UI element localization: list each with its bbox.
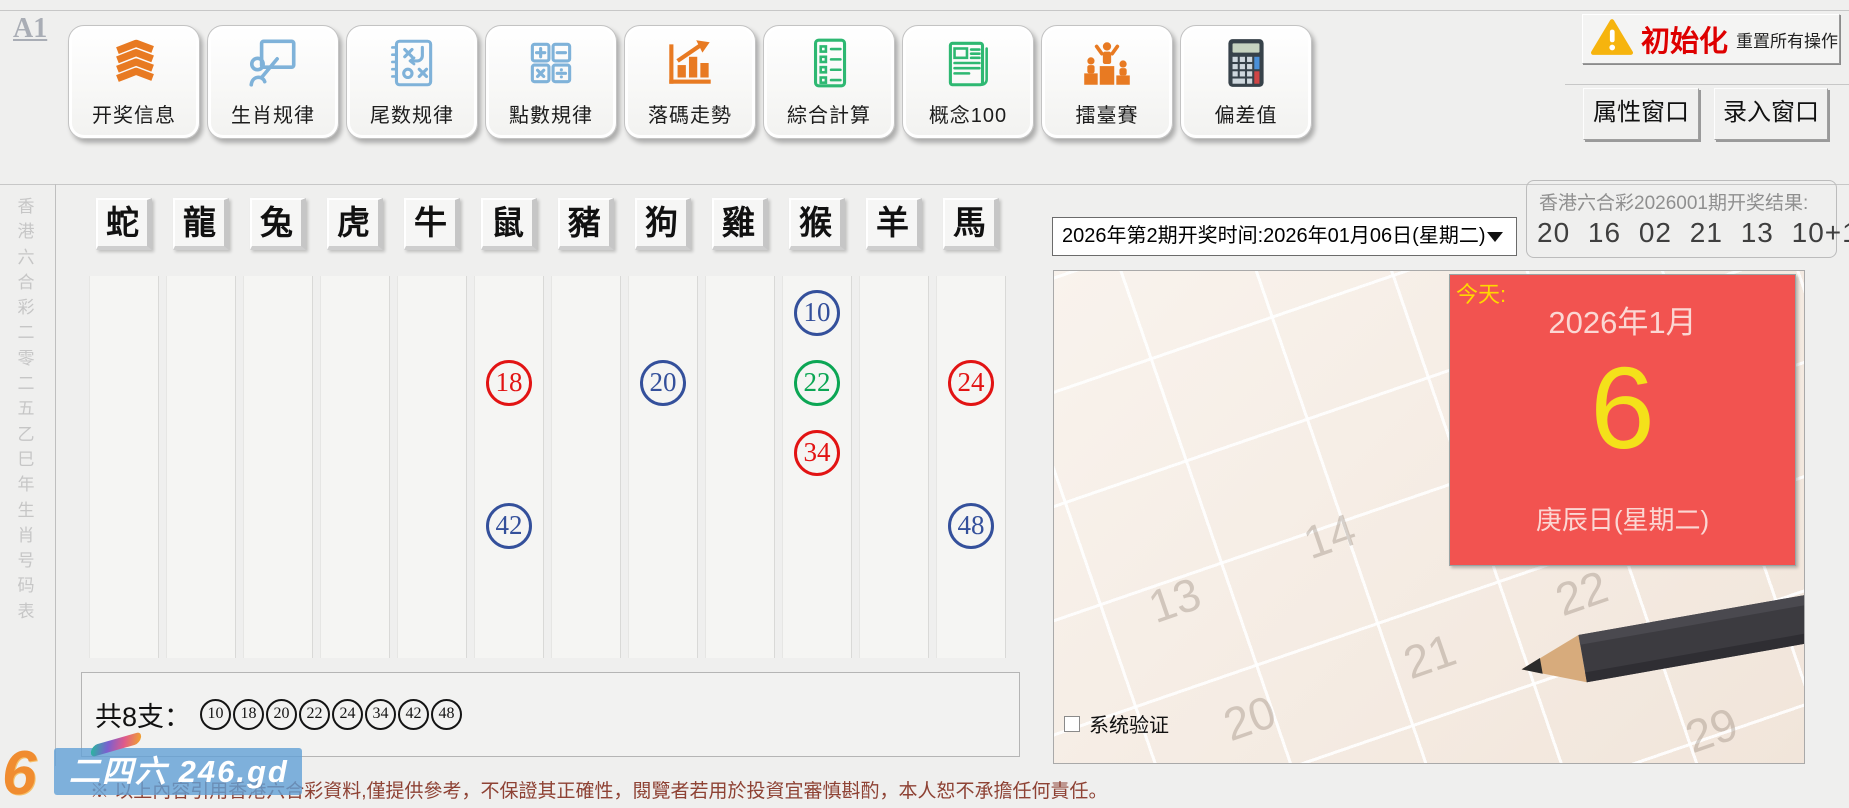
today-label: 今天: [1456,282,1507,307]
toolbar-button-points-rule[interactable]: 點數規律 [485,25,617,139]
math-icon [522,42,580,96]
zodiac-column-stripe [243,276,313,658]
toolbar-button-concept100[interactable]: 概念100 [902,25,1034,139]
button-group-divider [1565,84,1849,85]
zodiac-column-stripe [859,276,929,658]
chart-icon [661,40,719,96]
calculator-icon [1217,39,1275,96]
watermark-6-logo: 6 [2,739,37,808]
presentation-icon [244,39,302,96]
zodiac-tile-rabbit[interactable]: 兔 [250,198,306,250]
zodiac-column-stripe [936,276,1006,658]
app-window: A1 开奖信息 生肖规律 尾数规律 點數規律 落碼走勢 綜合計算 概念100 擂… [0,0,1849,808]
podium-icon [1078,42,1136,96]
summary-ball-10: 10 [200,699,232,730]
checkbox-label: 系统验证 [1089,715,1169,737]
zodiac-column-stripe [474,276,544,658]
number-ball-24: 24 [948,360,994,406]
period-dropdown-value: 2026年第2期开奖时间:2026年01月06日(星期二) [1062,225,1486,247]
toolbar-label: 擂臺賽 [1075,105,1139,127]
calendar-day: 6 [1590,343,1655,473]
properties-window-button[interactable]: 属性窗口 [1583,88,1699,140]
toolbar-label: 偏差值 [1214,105,1278,127]
entry-window-button[interactable]: 录入窗口 [1714,88,1828,140]
toolbar-button-arena[interactable]: 擂臺賽 [1041,25,1173,139]
zodiac-column-stripe [705,276,775,658]
zodiac-tile-rooster[interactable]: 雞 [712,198,768,250]
toolbar-label: 开奖信息 [92,105,176,127]
zodiac-tile-snake[interactable]: 蛇 [96,198,152,250]
system-verify-checkbox[interactable]: 系统验证 [1064,709,1169,738]
vertical-page-title: 香港六合彩二零二五乙巳年生肖号码表 [17,197,35,621]
summary-ball-24: 24 [332,699,364,730]
number-ball-42: 42 [486,503,532,549]
toolbar-button-trend[interactable]: 落碼走勢 [624,25,756,139]
toolbar-button-tail-rule[interactable]: 尾数规律 [346,25,478,139]
toolbar-button-deviation[interactable]: 偏差值 [1180,25,1312,139]
zodiac-tile-dog[interactable]: 狗 [635,198,691,250]
toolbar-button-zodiac-rule[interactable]: 生肖规律 [207,25,339,139]
number-ball-22: 22 [794,360,840,406]
toolbar-label: 綜合計算 [787,105,871,127]
zodiac-tile-ox[interactable]: 牛 [404,198,460,250]
toolbar-label: 點數規律 [509,105,593,127]
zodiac-tile-horse[interactable]: 馬 [943,198,999,250]
chevron-down-icon [1487,232,1503,242]
calendar-photo-panel: 14 13 21 22 20 29 今天: 2026年1月 6 庚辰日(星期二) 系统验证 [1053,270,1805,764]
toolbar-label: 尾数规律 [370,105,454,127]
number-ball-18: 18 [486,360,532,406]
reset-all-label: 重置所有操作 [1736,31,1839,51]
summary-ball-48: 48 [431,699,463,730]
toolbar-label: 生肖规律 [231,105,315,127]
zodiac-tile-tiger[interactable]: 虎 [327,198,383,250]
checklist-icon [800,38,858,96]
watermark-banner: 二四六 246.gd [54,731,302,795]
number-ball-34: 34 [794,430,840,476]
top-divider [0,10,1849,11]
summary-balls: 10 18 20 22 24 34 42 48 [200,699,464,730]
today-calendar-card: 今天: 2026年1月 6 庚辰日(星期二) [1449,274,1796,566]
period-dropdown[interactable]: 2026年第2期开奖时间:2026年01月06日(星期二) [1052,217,1517,256]
strategy-icon [383,39,441,96]
initialize-button[interactable]: 初始化 重置所有操作 [1582,14,1840,64]
toolbar-button-calc[interactable]: 綜合計算 [763,25,895,139]
books-icon [105,39,163,96]
draw-result-panel: 香港六合彩2026001期开奖结果: 20 16 02 21 13 10+14 [1526,180,1849,258]
zodiac-tile-dragon[interactable]: 龍 [173,198,229,250]
summary-box: 共8支： 10 18 20 22 24 34 42 48 [81,672,1020,757]
zodiac-column-stripe [89,276,159,658]
summary-ball-18: 18 [233,699,265,730]
checkbox-box[interactable] [1064,715,1080,732]
number-ball-10: 10 [794,290,840,336]
warning-icon [1591,18,1633,61]
zodiac-column-stripe [397,276,467,658]
toolbar-button-draw-info[interactable]: 开奖信息 [68,25,200,139]
summary-ball-42: 42 [398,699,430,730]
newspaper-icon [939,41,997,96]
calendar-day-detail: 庚辰日(星期二) [1535,505,1710,535]
summary-ball-34: 34 [365,699,397,730]
number-ball-48: 48 [948,503,994,549]
zodiac-tile-pig[interactable]: 豬 [558,198,614,250]
summary-ball-22: 22 [299,699,331,730]
summary-ball-20: 20 [266,699,298,730]
draw-result-title: 香港六合彩2026001期开奖结果: [1539,193,1809,214]
toolbar-label: 概念100 [928,105,1008,127]
toolbar-label: 落碼走勢 [648,105,732,127]
zodiac-column-stripe [628,276,698,658]
number-ball-20: 20 [640,360,686,406]
pencil-image [1521,593,1804,683]
panel-border [55,184,56,766]
zodiac-column-stripe [166,276,236,658]
app-logo: A1 [13,13,48,44]
zodiac-tile-rat[interactable]: 鼠 [481,198,537,250]
summary-label: 共8支： [95,702,192,732]
zodiac-column-stripe [551,276,621,658]
zodiac-tile-monkey[interactable]: 猴 [789,198,845,250]
zodiac-column-stripe [320,276,390,658]
zodiac-tile-goat[interactable]: 羊 [866,198,922,250]
draw-result-numbers: 20 16 02 21 13 10+14 [1537,217,1849,248]
initialize-label: 初始化 [1641,26,1729,58]
